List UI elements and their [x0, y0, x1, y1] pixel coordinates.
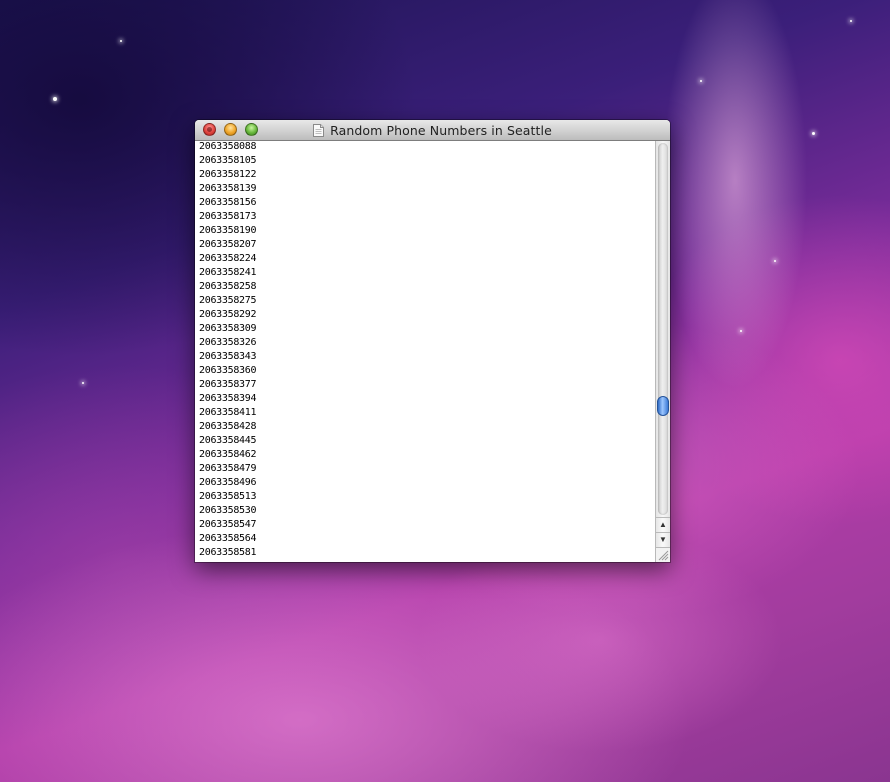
text-line: 2063358275 — [199, 295, 257, 306]
text-line: 2063358207 — [199, 239, 257, 250]
scroll-down-arrow-icon[interactable]: ▼ — [656, 532, 670, 547]
desktop-star — [53, 97, 57, 101]
text-line: 2063358088 — [199, 141, 257, 152]
text-line: 2063358343 — [199, 351, 257, 362]
text-line: 2063358479 — [199, 463, 257, 474]
desktop-star — [850, 20, 852, 22]
scroll-up-arrow-icon[interactable]: ▲ — [656, 517, 670, 532]
text-line: 2063358258 — [199, 281, 257, 292]
scroll-thumb[interactable] — [657, 396, 669, 417]
text-line: 2063358224 — [199, 253, 257, 264]
close-icon[interactable] — [203, 123, 216, 136]
text-line: 2063358428 — [199, 421, 257, 432]
text-line: 2063358547 — [199, 519, 257, 530]
desktop-star — [82, 382, 84, 384]
text-line: 2063358156 — [199, 197, 257, 208]
text-content-area[interactable]: 2063358088 2063358105 2063358122 2063358139… — [195, 141, 655, 562]
phone-number-list: 2063358088 2063358105 2063358122 2063358139… — [199, 141, 257, 560]
text-line: 2063358292 — [199, 309, 257, 320]
minimize-icon[interactable] — [224, 123, 237, 136]
text-line: 2063358139 — [199, 183, 257, 194]
window-title: Random Phone Numbers in Seattle — [330, 123, 552, 138]
text-line: 2063358241 — [199, 267, 257, 278]
desktop-star — [812, 132, 815, 135]
text-line: 2063358564 — [199, 533, 257, 544]
text-window: Random Phone Numbers in Seattle 20633580… — [195, 120, 670, 562]
text-line: 2063358173 — [199, 211, 257, 222]
text-line: 2063358530 — [199, 505, 257, 516]
text-line: 2063358445 — [199, 435, 257, 446]
text-line: 2063358462 — [199, 449, 257, 460]
window-titlebar[interactable]: Random Phone Numbers in Seattle — [195, 120, 670, 141]
zoom-icon[interactable] — [245, 123, 258, 136]
text-line: 2063358105 — [199, 155, 257, 166]
desktop-star — [774, 260, 776, 262]
text-line: 2063358377 — [199, 379, 257, 390]
desktop-star — [740, 330, 742, 332]
text-line: 2063358411 — [199, 407, 257, 418]
vertical-scrollbar[interactable]: ▲ ▼ — [655, 141, 670, 547]
text-line: 2063358496 — [199, 477, 257, 488]
desktop-star — [700, 80, 702, 82]
scroll-track[interactable] — [658, 143, 668, 515]
text-line: 2063358190 — [199, 225, 257, 236]
text-line: 2063358326 — [199, 337, 257, 348]
text-line: 2063358581 — [199, 547, 257, 558]
text-line: 2063358394 — [199, 393, 257, 404]
desktop-star — [120, 40, 122, 42]
text-line: 2063358360 — [199, 365, 257, 376]
text-line: 2063358309 — [199, 323, 257, 334]
text-line: 2063358513 — [199, 491, 257, 502]
text-line: 2063358122 — [199, 169, 257, 180]
document-icon[interactable] — [313, 124, 325, 137]
resize-grip-icon[interactable] — [655, 547, 670, 562]
